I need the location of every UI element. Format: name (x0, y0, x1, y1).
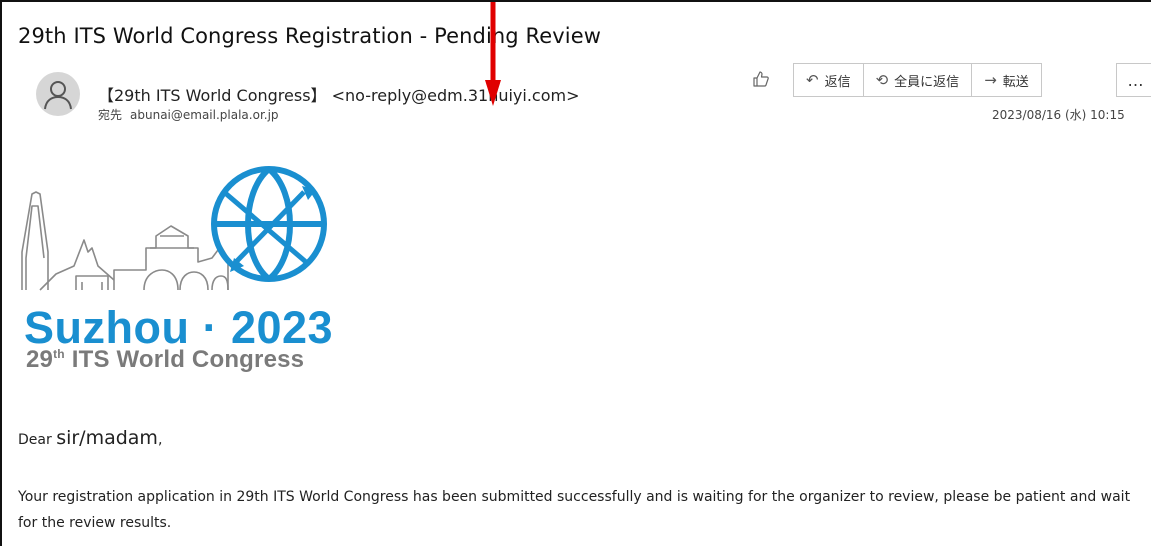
greeting: Dear sir/madam, (18, 427, 162, 449)
forward-label: 転送 (1002, 74, 1029, 90)
more-actions-button[interactable]: … (1116, 63, 1151, 97)
email-subject: 29th ITS World Congress Registration - P… (18, 24, 602, 48)
message-action-bar: ↶ 返信 ⟲ 全員に返信 → 転送 (793, 63, 1042, 97)
email-body-paragraph: Your registration application in 29th IT… (18, 489, 1131, 531)
logo-congress-title: ITS World Congress (64, 346, 305, 373)
reply-button[interactable]: ↶ 返信 (794, 64, 864, 96)
sender-address: 【29th ITS World Congress】 <no-reply@edm.… (98, 86, 580, 105)
received-datetime: 2023/08/16 (水) 10:15 (992, 108, 1125, 122)
forward-icon: → (984, 71, 997, 89)
logo-congress-number: 29 (26, 346, 54, 373)
reply-icon: ↶ (806, 71, 819, 89)
email-reading-pane: 29th ITS World Congress Registration - P… (0, 0, 1151, 546)
thumbs-up-icon[interactable] (750, 68, 772, 90)
greeting-suffix: , (157, 432, 163, 448)
reply-all-button[interactable]: ⟲ 全員に返信 (863, 64, 973, 96)
recipient-label: 宛先 (98, 108, 123, 122)
recipient-address: abunai@email.plala.or.jp (130, 108, 279, 122)
greeting-name: sir/madam (56, 427, 158, 449)
reply-all-label: 全員に返信 (894, 74, 960, 90)
reply-all-icon: ⟲ (875, 71, 889, 89)
person-icon (44, 81, 72, 110)
logo-congress-name: 29th ITS World Congress (26, 346, 304, 374)
annotation-arrow (485, 2, 501, 106)
recipient-line: 宛先 abunai@email.plala.or.jp (98, 106, 279, 123)
sender-avatar (36, 72, 80, 116)
greeting-prefix: Dear (18, 432, 57, 448)
forward-button[interactable]: → 転送 (972, 64, 1041, 96)
logo-congress-ordinal: th (53, 347, 65, 361)
reply-label: 返信 (824, 74, 851, 90)
